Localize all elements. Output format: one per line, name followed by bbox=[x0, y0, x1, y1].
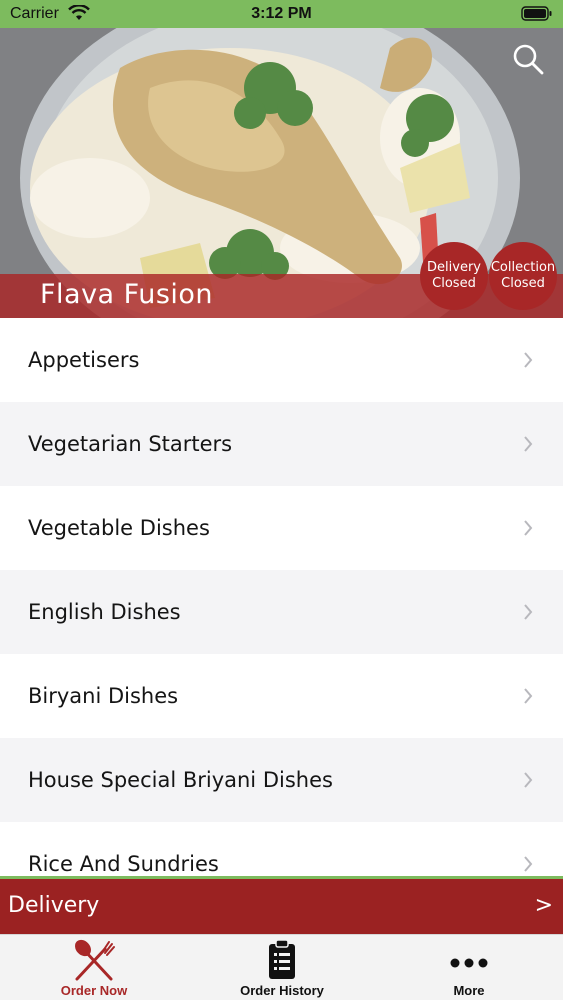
chevron-right-icon bbox=[524, 436, 533, 452]
fork-knife-icon bbox=[75, 939, 115, 981]
category-label: Biryani Dishes bbox=[28, 684, 179, 708]
delivery-mode-arrow: > bbox=[534, 893, 553, 918]
more-dots-icon bbox=[450, 958, 488, 968]
search-button[interactable] bbox=[511, 42, 545, 76]
hero-banner: Flava Fusion Delivery Closed Collection … bbox=[0, 28, 563, 318]
category-row-appetisers[interactable]: Appetisers bbox=[0, 318, 563, 402]
chevron-right-icon bbox=[524, 856, 533, 872]
category-row-biryani-dishes[interactable]: Biryani Dishes bbox=[0, 654, 563, 738]
chevron-right-icon bbox=[524, 688, 533, 704]
tab-order-history[interactable]: Order History bbox=[188, 935, 376, 1000]
category-row-vegetarian-starters[interactable]: Vegetarian Starters bbox=[0, 402, 563, 486]
category-label: Vegetarian Starters bbox=[28, 432, 233, 456]
chevron-right-icon bbox=[524, 520, 533, 536]
restaurant-name: Flava Fusion bbox=[40, 279, 214, 310]
chevron-right-icon bbox=[524, 772, 533, 788]
tab-bar: Order Now Order History More bbox=[0, 934, 563, 1000]
category-label: Vegetable Dishes bbox=[28, 516, 210, 540]
tab-more[interactable]: More bbox=[375, 935, 563, 1000]
collection-status-badge: Collection Closed bbox=[489, 242, 557, 310]
tab-order-now-label: Order Now bbox=[60, 983, 128, 998]
category-row-english-dishes[interactable]: English Dishes bbox=[0, 570, 563, 654]
battery-icon bbox=[521, 6, 553, 26]
delivery-status-badge: Delivery Closed bbox=[420, 242, 488, 310]
search-icon bbox=[513, 44, 544, 75]
delivery-mode-bar[interactable]: Delivery > bbox=[0, 876, 563, 934]
chevron-right-icon bbox=[524, 352, 533, 368]
tab-more-label: More bbox=[453, 983, 485, 998]
category-label: Rice And Sundries bbox=[28, 852, 219, 876]
delivery-badge-line2: Closed bbox=[432, 276, 476, 291]
status-time: 3:12 PM bbox=[251, 5, 312, 22]
collection-badge-line2: Closed bbox=[501, 276, 545, 291]
category-label: House Special Briyani Dishes bbox=[28, 768, 333, 792]
chevron-right-icon bbox=[524, 604, 533, 620]
category-label: Appetisers bbox=[28, 348, 140, 372]
category-row-house-special-briyani[interactable]: House Special Briyani Dishes bbox=[0, 738, 563, 822]
category-list: Appetisers Vegetarian Starters Vegetable… bbox=[0, 318, 563, 876]
delivery-mode-label: Delivery bbox=[8, 893, 100, 918]
tab-order-now[interactable]: Order Now bbox=[0, 935, 188, 1000]
category-label: English Dishes bbox=[28, 600, 181, 624]
category-row-rice-and-sundries[interactable]: Rice And Sundries bbox=[0, 822, 563, 876]
collection-badge-line1: Collection bbox=[490, 260, 556, 275]
clipboard-icon bbox=[269, 939, 295, 979]
status-bar: Carrier 3:12 PM bbox=[0, 0, 563, 28]
tab-order-history-label: Order History bbox=[240, 983, 324, 998]
delivery-badge-line1: Delivery bbox=[427, 260, 481, 275]
category-row-vegetable-dishes[interactable]: Vegetable Dishes bbox=[0, 486, 563, 570]
